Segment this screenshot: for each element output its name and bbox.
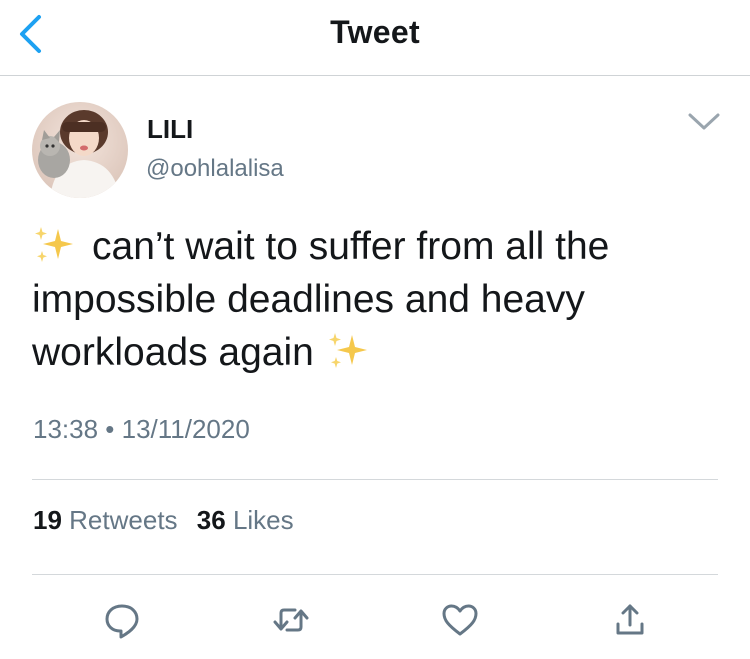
retweets-count: 19	[33, 505, 62, 535]
tweet-stats: 19 Retweets 36 Likes	[33, 505, 306, 536]
divider	[32, 574, 718, 575]
share-button[interactable]	[610, 600, 650, 640]
tweet-text: can’t wait to suffer from all the imposs…	[32, 220, 712, 379]
more-options-button[interactable]	[686, 108, 722, 136]
share-icon	[616, 604, 644, 635]
retweet-icon	[273, 608, 309, 632]
tweet-timestamp: 13:38 • 13/11/2020	[33, 414, 250, 444]
chevron-down-icon	[688, 113, 720, 130]
retweets-label: Retweets	[69, 505, 178, 535]
author-handle[interactable]: @oohlalalisa	[146, 155, 284, 183]
likes-count: 36	[196, 505, 226, 535]
likes-label: Likes	[232, 505, 294, 535]
divider	[32, 479, 718, 480]
page-title: Tweet	[330, 14, 420, 50]
tweet-text-content: can’t wait to suffer from all the imposs…	[32, 225, 610, 374]
sparkles-icon	[328, 333, 367, 368]
avatar[interactable]	[32, 102, 128, 198]
tweet-detail-screen: Tweet LILI @oohlalalisa can’t wait to su…	[0, 0, 750, 659]
likes-stat[interactable]: 36 Likes	[197, 505, 294, 536]
retweet-button[interactable]	[271, 600, 311, 640]
like-button[interactable]	[440, 600, 480, 640]
reply-button[interactable]	[102, 600, 142, 640]
navigation-bar: Tweet	[0, 0, 750, 76]
heart-icon	[442, 604, 478, 636]
retweets-stat[interactable]: 19 Retweets	[33, 505, 178, 536]
author-name[interactable]: LILI	[147, 114, 193, 145]
reply-icon	[105, 604, 139, 639]
sparkles-icon	[35, 227, 73, 262]
profile-photo	[32, 102, 128, 198]
